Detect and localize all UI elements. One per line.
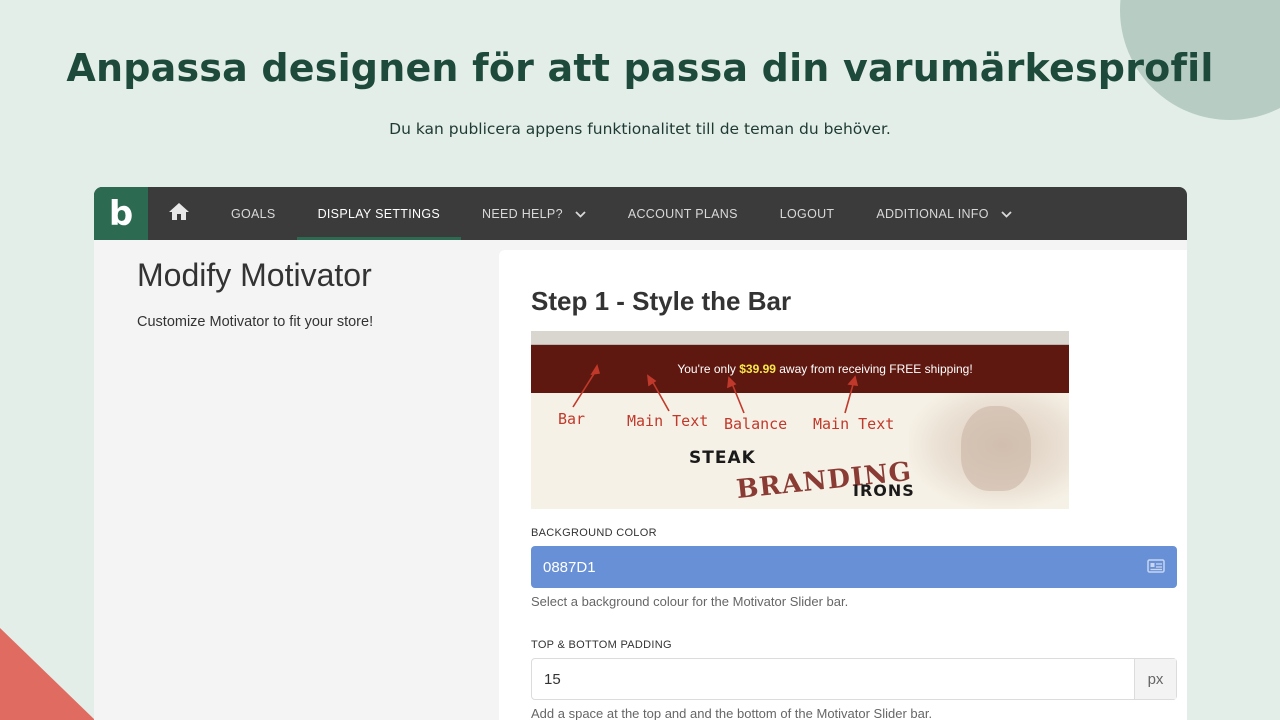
top-navbar: b GOALS DISPLAY SETTINGS NEED HELP? ACCO…: [94, 187, 1187, 240]
hero-title: Anpassa designen för att passa din varum…: [66, 46, 1214, 90]
page-title: Modify Motivator: [137, 257, 372, 293]
logo-letter: b: [108, 193, 134, 234]
background-color-value: 0887D1: [543, 558, 596, 576]
nav-logout-label: LOGOUT: [779, 206, 835, 221]
background-color-input[interactable]: 0887D1: [531, 546, 1177, 588]
app-window: b GOALS DISPLAY SETTINGS NEED HELP? ACCO…: [94, 187, 1187, 720]
motivator-preview-image: You're only $39.99 away from receiving F…: [531, 331, 1069, 509]
step-title: Step 1 - Style the Bar: [531, 286, 792, 316]
nav-display-settings-label: DISPLAY SETTINGS: [317, 206, 441, 221]
padding-input-group: 15 px: [531, 658, 1177, 700]
nav-need-help[interactable]: NEED HELP?: [461, 187, 607, 240]
color-picker-icon[interactable]: [1147, 559, 1165, 577]
background-color-help: Select a background colour for the Motiv…: [531, 594, 849, 609]
hero-subtitle: Du kan publicera appens funktionalitet t…: [389, 120, 891, 138]
nav-display-settings[interactable]: DISPLAY SETTINGS: [296, 187, 462, 240]
preview-label-main-text: Main Text: [627, 412, 709, 430]
nav-need-help-label: NEED HELP?: [482, 206, 563, 221]
preview-brand-irons: IRONS: [853, 481, 915, 500]
padding-unit: px: [1134, 659, 1176, 699]
chevron-down-icon: [1001, 207, 1012, 221]
background-color-label: BACKGROUND COLOR: [531, 527, 657, 539]
preview-label-balance: Balance: [724, 415, 788, 433]
preview-label-bar: Bar: [558, 410, 586, 428]
nav-goals[interactable]: GOALS: [210, 187, 297, 240]
nav-logout[interactable]: LOGOUT: [759, 187, 856, 240]
decorative-triangle: [0, 628, 95, 720]
nav-additional-info-label: ADDITIONAL INFO: [876, 206, 989, 221]
nav-goals-label: GOALS: [231, 206, 276, 221]
nav-account-plans-label: ACCOUNT PLANS: [627, 206, 738, 221]
nav-account-plans[interactable]: ACCOUNT PLANS: [607, 187, 759, 240]
padding-help: Add a space at the top and and the botto…: [531, 706, 933, 720]
settings-panel: Step 1 - Style the Bar You're only $39.9…: [499, 250, 1187, 720]
padding-label: TOP & BOTTOM PADDING: [531, 639, 672, 651]
nav-home[interactable]: [148, 187, 210, 240]
left-column: Modify Motivator Customize Motivator to …: [137, 257, 373, 330]
nav-additional-info[interactable]: ADDITIONAL INFO: [855, 187, 1032, 240]
home-icon: [168, 202, 190, 225]
preview-label-main-text-2: Main Text: [813, 415, 895, 433]
app-logo[interactable]: b: [94, 187, 148, 240]
preview-brand-steak: STEAK: [689, 448, 756, 468]
padding-input[interactable]: 15: [532, 659, 1134, 699]
chevron-down-icon: [575, 207, 586, 221]
page-subtitle: Customize Motivator to fit your store!: [137, 314, 374, 330]
